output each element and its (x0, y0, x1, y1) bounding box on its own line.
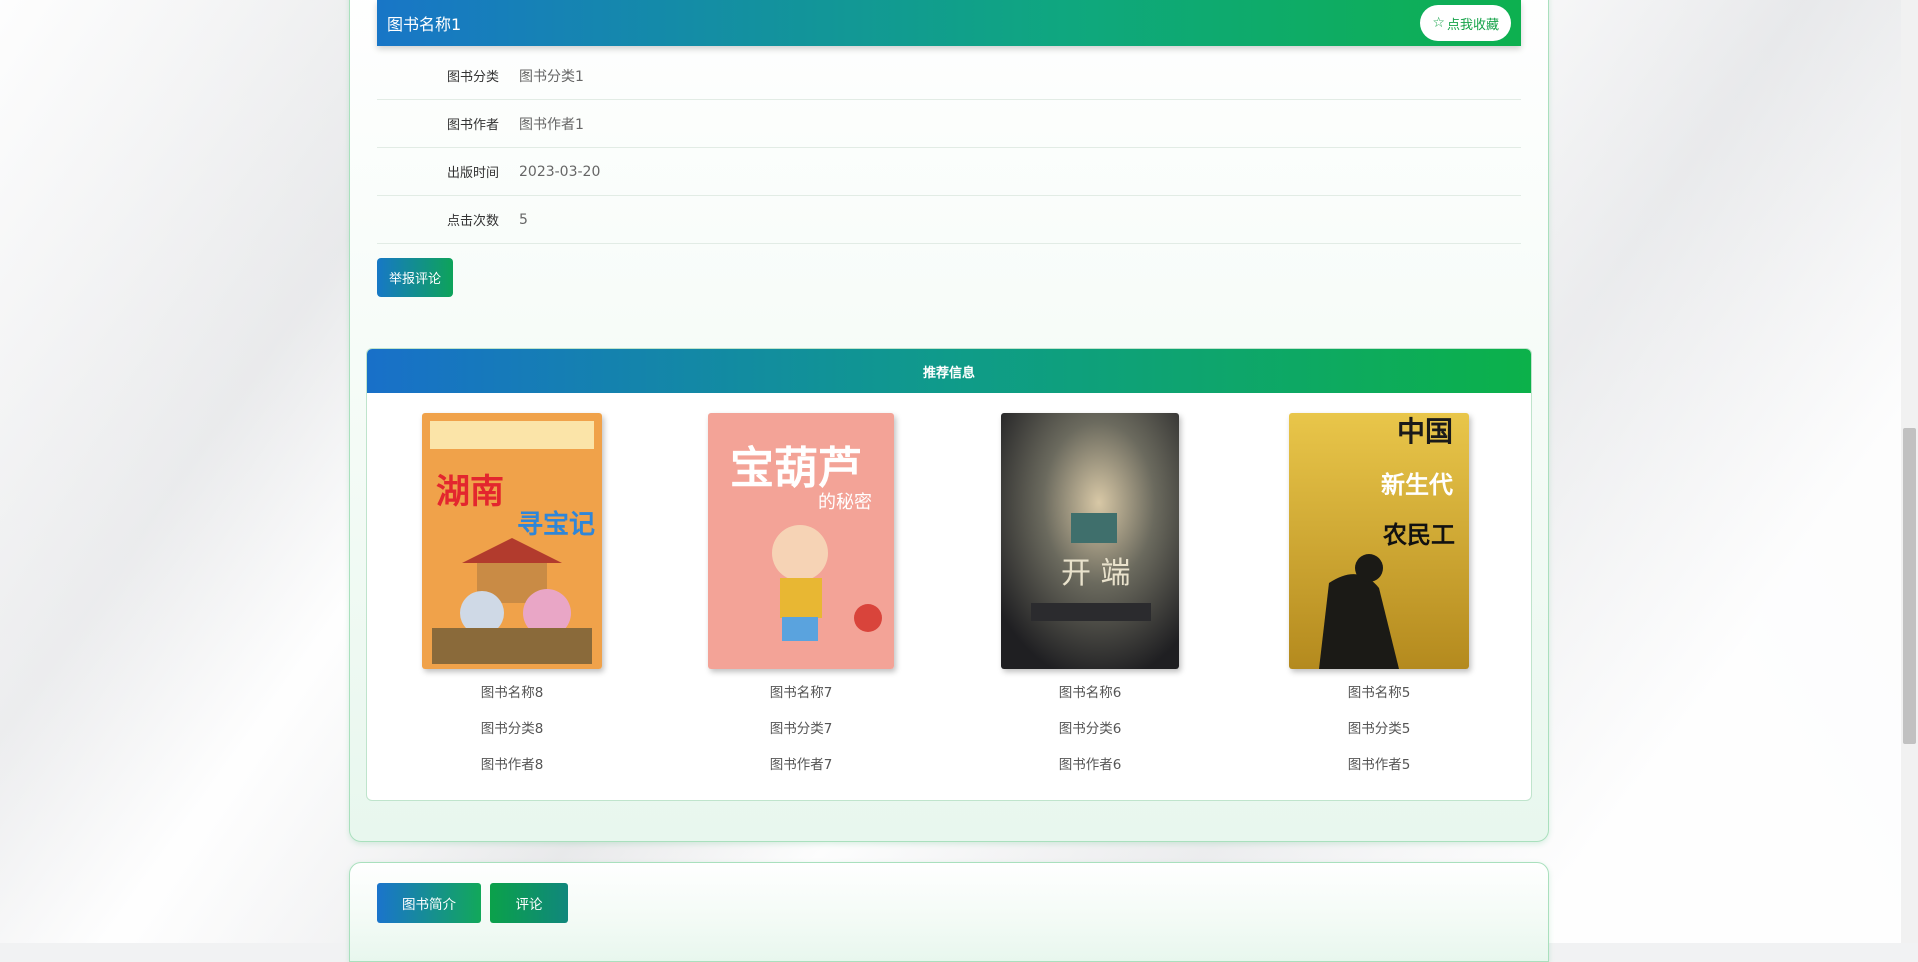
info-label: 图书分类 (377, 66, 499, 85)
recommend-book-category: 图书分类7 (681, 711, 921, 747)
info-row-click-count: 点击次数 5 (377, 196, 1521, 244)
book-title: 图书名称1 (387, 11, 461, 35)
info-value: 2023-03-20 (519, 164, 600, 180)
recommend-item[interactable]: 湖南 寻宝记 图书名称8 图书分类8 图书作者8 (392, 413, 632, 783)
recommend-book-category: 图书分类6 (970, 711, 1210, 747)
recommend-item[interactable]: 开 端 图书名称6 图书分类6 图书作者6 (970, 413, 1210, 783)
recommend-book-name: 图书名称6 (970, 675, 1210, 711)
scrollbar-thumb[interactable] (1903, 428, 1916, 744)
recommend-book-name: 图书名称8 (392, 675, 632, 711)
scrollbar-track[interactable] (1901, 0, 1918, 943)
info-value: 图书分类1 (519, 66, 584, 86)
info-label: 出版时间 (377, 162, 499, 181)
report-comment-button[interactable]: 举报评论 (377, 258, 453, 297)
star-outline-icon: ☆ (1432, 15, 1445, 31)
recommend-book-author: 图书作者5 (1259, 747, 1499, 783)
recommend-book-name: 图书名称7 (681, 675, 921, 711)
svg-text:农民工: 农民工 (1382, 521, 1455, 549)
recommend-book-author: 图书作者6 (970, 747, 1210, 783)
svg-text:寻宝记: 寻宝记 (517, 509, 595, 540)
book-cover-image[interactable]: 开 端 (1001, 413, 1179, 669)
book-title-bar: 图书名称1 ☆ 点我收藏 (377, 0, 1521, 46)
svg-text:湖南: 湖南 (436, 472, 504, 512)
info-row-publish-date: 出版时间 2023-03-20 (377, 148, 1521, 196)
book-cover-image[interactable]: 湖南 寻宝记 (422, 413, 602, 669)
recommend-book-author: 图书作者7 (681, 747, 921, 783)
svg-text:宝葫芦: 宝葫芦 (730, 443, 862, 494)
info-value: 图书作者1 (519, 114, 584, 134)
favorite-button[interactable]: ☆ 点我收藏 (1420, 5, 1511, 41)
tab-book-intro[interactable]: 图书简介 (377, 883, 481, 923)
tab-comments[interactable]: 评论 (490, 883, 568, 923)
recommend-item[interactable]: 宝葫芦 的秘密 图书名称7 图书分类7 图书作者7 (681, 413, 921, 783)
info-label: 图书作者 (377, 114, 499, 133)
recommend-book-author: 图书作者8 (392, 747, 632, 783)
info-label: 点击次数 (377, 210, 499, 229)
book-cover-image[interactable]: 中国 新生代 农民工 (1289, 413, 1469, 669)
info-value: 5 (519, 212, 528, 228)
svg-text:的秘密: 的秘密 (818, 492, 872, 513)
recommend-panel: 推荐信息 湖南 寻宝记 图书名称8 图书分类8 图书作者8 宝葫芦 (366, 348, 1532, 801)
recommend-book-category: 图书分类8 (392, 711, 632, 747)
info-row-category: 图书分类 图书分类1 (377, 52, 1521, 100)
svg-text:开 端: 开 端 (1061, 556, 1131, 591)
recommend-header: 推荐信息 (367, 349, 1531, 393)
book-cover-image[interactable]: 宝葫芦 的秘密 (708, 413, 894, 669)
recommend-book-name: 图书名称5 (1259, 675, 1499, 711)
svg-text:新生代: 新生代 (1381, 471, 1453, 499)
favorite-label: 点我收藏 (1447, 14, 1499, 33)
recommend-book-category: 图书分类5 (1259, 711, 1499, 747)
svg-text:中国: 中国 (1397, 415, 1453, 448)
info-row-author: 图书作者 图书作者1 (377, 100, 1521, 148)
recommend-item[interactable]: 中国 新生代 农民工 图书名称5 图书分类5 图书作者5 (1259, 413, 1499, 783)
